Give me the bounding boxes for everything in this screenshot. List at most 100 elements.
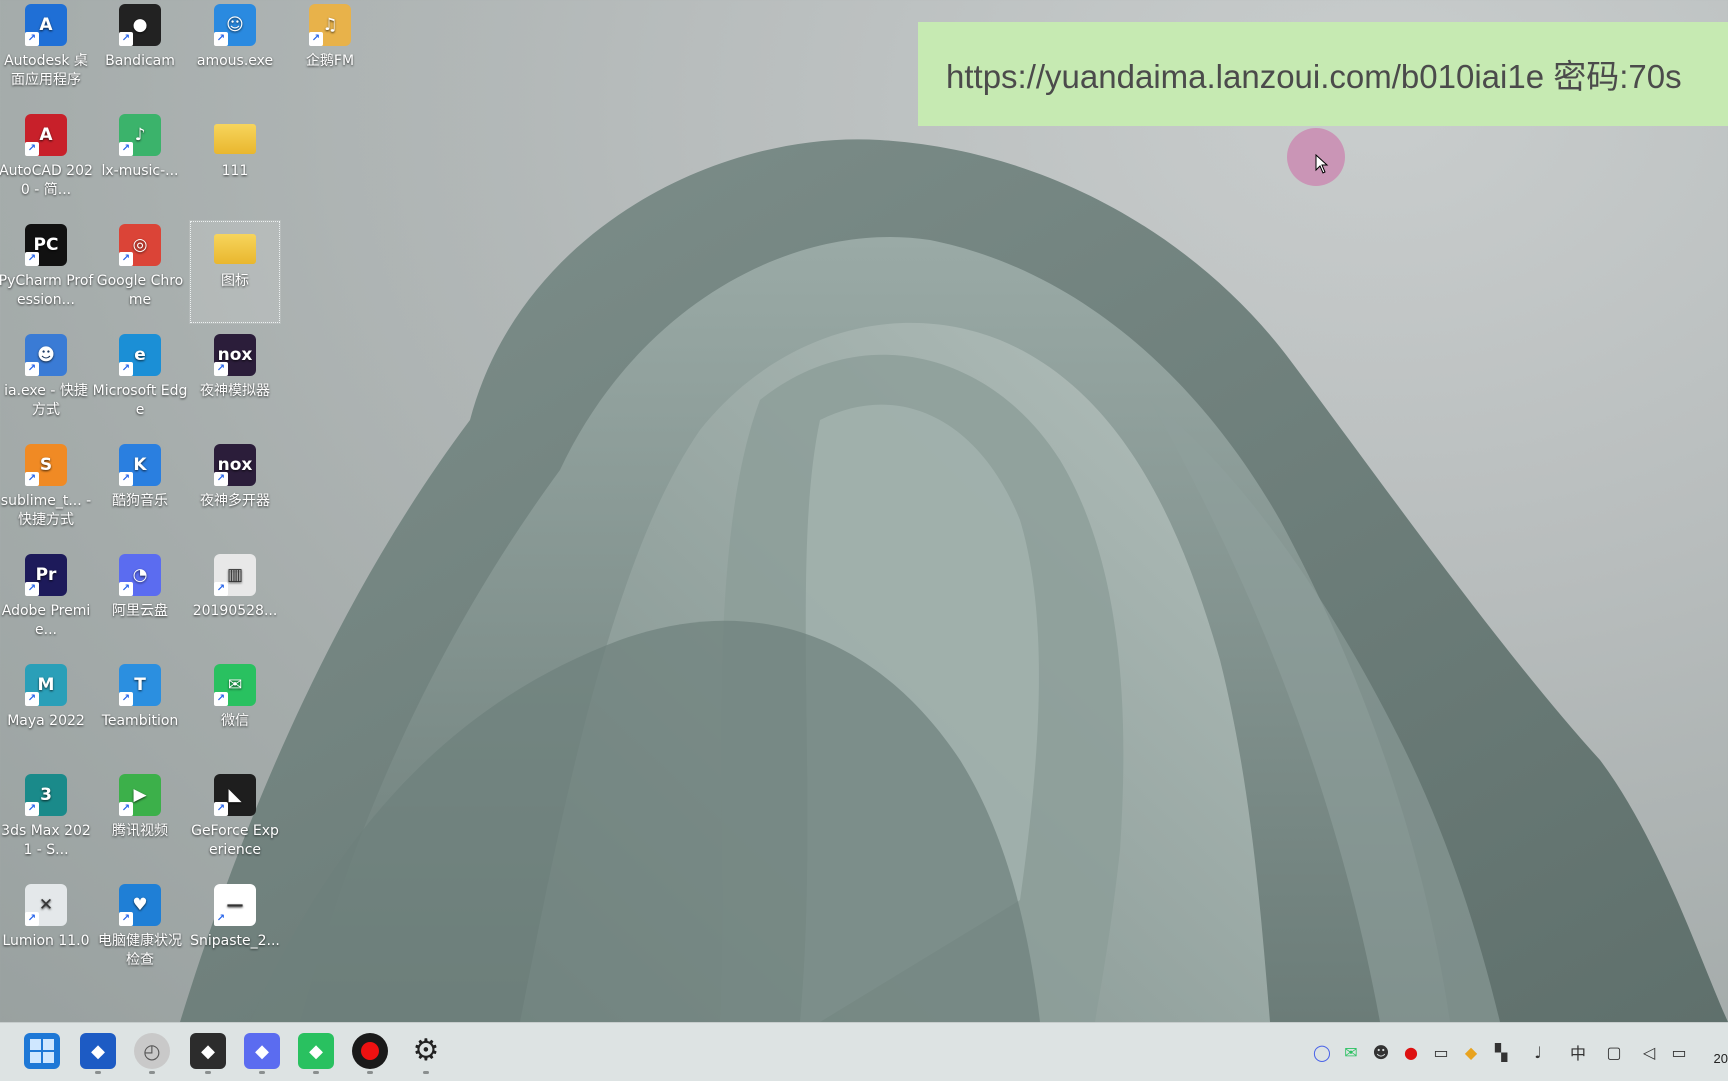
desktop-icon-label: 夜神多开器 — [200, 493, 270, 509]
desktop-icon-3dsmax[interactable]: 3 ↗ 3ds Max 2021 - S... — [0, 770, 92, 874]
shortcut-arrow-icon: ↗ — [119, 912, 133, 926]
desktop-icon-aliyun-drive[interactable]: ◔ ↗ 阿里云盘 — [94, 550, 186, 654]
desktop-icon-label: ia.exe - 快捷方式 — [4, 383, 88, 418]
desktop-icon-lx-music[interactable]: ♪ ↗ lx-music-... — [94, 110, 186, 214]
running-indicator — [423, 1071, 429, 1074]
shield-tray-icon[interactable]: ◆ — [1460, 1041, 1482, 1063]
wechat-icon: ✉ ↗ — [214, 664, 256, 706]
folder-icon — [214, 124, 256, 154]
shortcut-arrow-icon: ↗ — [214, 692, 228, 706]
snipaste-icon: — ↗ — [214, 884, 256, 926]
shortcut-arrow-icon: ↗ — [214, 912, 228, 926]
running-indicator — [205, 1071, 211, 1074]
pycharm-icon: PC ↗ — [25, 224, 67, 266]
clock-fragment[interactable]: 20 — [1714, 1051, 1728, 1066]
desktop-icon-folder[interactable]: 111 — [189, 110, 281, 214]
settings-app-icon[interactable]: ⚙ — [408, 1033, 444, 1069]
running-indicator — [149, 1071, 155, 1074]
doraemon-icon: ☺ ↗ — [214, 4, 256, 46]
desktop-icon-folder[interactable]: 图标 — [189, 220, 281, 324]
desktop-icon-label: 微信 — [221, 713, 249, 729]
desktop-icon-tencent-video[interactable]: ▶ ↗ 腾讯视频 — [94, 770, 186, 874]
shortcut-arrow-icon: ↗ — [25, 362, 39, 376]
desktop-icon-nox-multi[interactable]: nox ↗ 夜神多开器 — [189, 440, 281, 544]
desktop-icon-lumion[interactable]: ✕ ↗ Lumion 11.0 — [0, 880, 92, 984]
running-indicator — [95, 1071, 101, 1074]
shortcut-arrow-icon: ↗ — [214, 802, 228, 816]
battery-tray-icon[interactable]: ▭ — [1668, 1041, 1690, 1063]
window-tray-icon[interactable]: ▭ — [1430, 1041, 1452, 1063]
autocad-icon: A ↗ — [25, 114, 67, 156]
desktop-icon-pc-health[interactable]: ♥ ↗ 电脑健康状况检查 — [94, 880, 186, 984]
autodesk-app-icon[interactable]: ◆ — [80, 1033, 116, 1069]
desktop-icon-autocad[interactable]: A ↗ AutoCAD 2020 - 简... — [0, 110, 93, 214]
desktop-icon-kugou[interactable]: K ↗ 酷狗音乐 — [94, 440, 186, 544]
bandicam-icon: ● ↗ — [119, 4, 161, 46]
ime-indicator[interactable]: 中 — [1567, 1041, 1589, 1063]
sublime-icon: S ↗ — [25, 444, 67, 486]
lx-music-icon: ♪ ↗ — [119, 114, 161, 156]
bookmark-tray-icon[interactable]: ▚ — [1490, 1041, 1512, 1063]
desktop-icon-label: Maya 2022 — [7, 713, 85, 729]
desktop-icon-label: 腾讯视频 — [112, 823, 168, 839]
desktop-icon-label: 电脑健康状况检查 — [98, 933, 182, 968]
desktop-icon-label: 111 — [221, 163, 249, 179]
desktop-icon-chrome[interactable]: ◎ ↗ Google Chrome — [94, 220, 186, 324]
wechat-app-icon[interactable]: ◆ — [298, 1033, 334, 1069]
chrome-icon: ◎ ↗ — [119, 224, 161, 266]
desktop-icon-snipaste[interactable]: — ↗ Snipaste_2... — [189, 880, 281, 984]
desktop-icon-ia-exe[interactable]: ☻ ↗ ia.exe - 快捷方式 — [0, 330, 92, 434]
teambition-icon: T ↗ — [119, 664, 161, 706]
desktop-icon-sublime[interactable]: S ↗ sublime_t... - 快捷方式 — [0, 440, 92, 544]
network-tray-icon[interactable]: ▢ — [1603, 1041, 1625, 1063]
kugou-icon: K ↗ — [119, 444, 161, 486]
desktop-icon-bandicam[interactable]: ● ↗ Bandicam — [94, 0, 186, 104]
nox-icon: nox ↗ — [214, 334, 256, 376]
desktop-icon-doraemon[interactable]: ☺ ↗ amous.exe — [189, 0, 281, 104]
download-link-text: https://yuandaima.lanzoui.com/b010iai1e … — [946, 58, 1682, 95]
penguin-tray-icon[interactable]: ☻ — [1370, 1041, 1392, 1063]
shortcut-arrow-icon: ↗ — [214, 32, 228, 46]
desktop-icon-label: Google Chrome — [96, 273, 184, 308]
record-tray-icon[interactable]: ● — [1400, 1041, 1422, 1063]
geforce-icon: ◣ ↗ — [214, 774, 256, 816]
desktop-icon-image-file[interactable]: ▥ ↗ 20190528... — [189, 550, 281, 654]
nvidia-app-icon[interactable]: ◆ — [190, 1033, 226, 1069]
download-link-banner: https://yuandaima.lanzoui.com/b010iai1e … — [918, 22, 1728, 126]
shortcut-arrow-icon: ↗ — [119, 582, 133, 596]
aliyun-app-icon[interactable]: ◆ — [244, 1033, 280, 1069]
desktop-icon-label: lx-music-... — [101, 163, 179, 179]
desktop-icon-edge[interactable]: e ↗ Microsoft Edge — [93, 330, 187, 434]
record-app-icon[interactable] — [352, 1033, 388, 1069]
desktop-icon-qiefm[interactable]: ♫ ↗ 企鹅FM — [284, 0, 376, 104]
wechat-tray-icon[interactable]: ✉ — [1340, 1041, 1362, 1063]
desktop-icon-geforce[interactable]: ◣ ↗ GeForce Experience — [189, 770, 281, 874]
volume-tray-icon[interactable]: ◁ — [1638, 1041, 1660, 1063]
desktop-icon-maya[interactable]: M ↗ Maya 2022 — [0, 660, 92, 764]
image-file-icon: ▥ ↗ — [214, 554, 256, 596]
microphone-tray-icon[interactable]: ♩ — [1527, 1041, 1549, 1063]
mouse-pointer-icon — [1315, 154, 1329, 174]
shortcut-arrow-icon: ↗ — [309, 32, 323, 46]
desktop-icon-label: amous.exe — [196, 53, 274, 69]
qiefm-icon: ♫ ↗ — [309, 4, 351, 46]
shortcut-arrow-icon: ↗ — [25, 142, 39, 156]
3dsmax-icon: 3 ↗ — [25, 774, 67, 816]
start-windows-icon[interactable] — [24, 1033, 60, 1069]
desktop-icon-label: Autodesk 桌面应用程序 — [4, 53, 88, 88]
desktop-icon-label: 企鹅FM — [305, 53, 355, 69]
shortcut-arrow-icon: ↗ — [25, 252, 39, 266]
running-indicator — [313, 1071, 319, 1074]
taskbar: ◆ ◴ ◆ ◆ ◆ ⚙ ◯ ✉ ☻ ● ▭ ◆ ▚ ♩ 中 ▢ ◁ ▭ 20 — [0, 1022, 1728, 1081]
premiere-icon: Pr ↗ — [25, 554, 67, 596]
clock-app-icon[interactable]: ◴ — [134, 1033, 170, 1069]
desktop-icon-label: sublime_t... - 快捷方式 — [0, 493, 92, 528]
desktop-icon-teambition[interactable]: T ↗ Teambition — [94, 660, 186, 764]
desktop-icon-autodesk[interactable]: A ↗ Autodesk 桌面应用程序 — [0, 0, 92, 104]
desktop-icon-pycharm[interactable]: PC ↗ PyCharm Profession... — [0, 220, 93, 324]
desktop-icon-premiere[interactable]: Pr ↗ Adobe Premie... — [0, 550, 92, 654]
aliyun-tray-icon[interactable]: ◯ — [1311, 1041, 1333, 1063]
desktop-icon-nox[interactable]: nox ↗ 夜神模拟器 — [189, 330, 281, 434]
desktop-icon-label: GeForce Experience — [191, 823, 279, 858]
desktop-icon-wechat[interactable]: ✉ ↗ 微信 — [189, 660, 281, 764]
